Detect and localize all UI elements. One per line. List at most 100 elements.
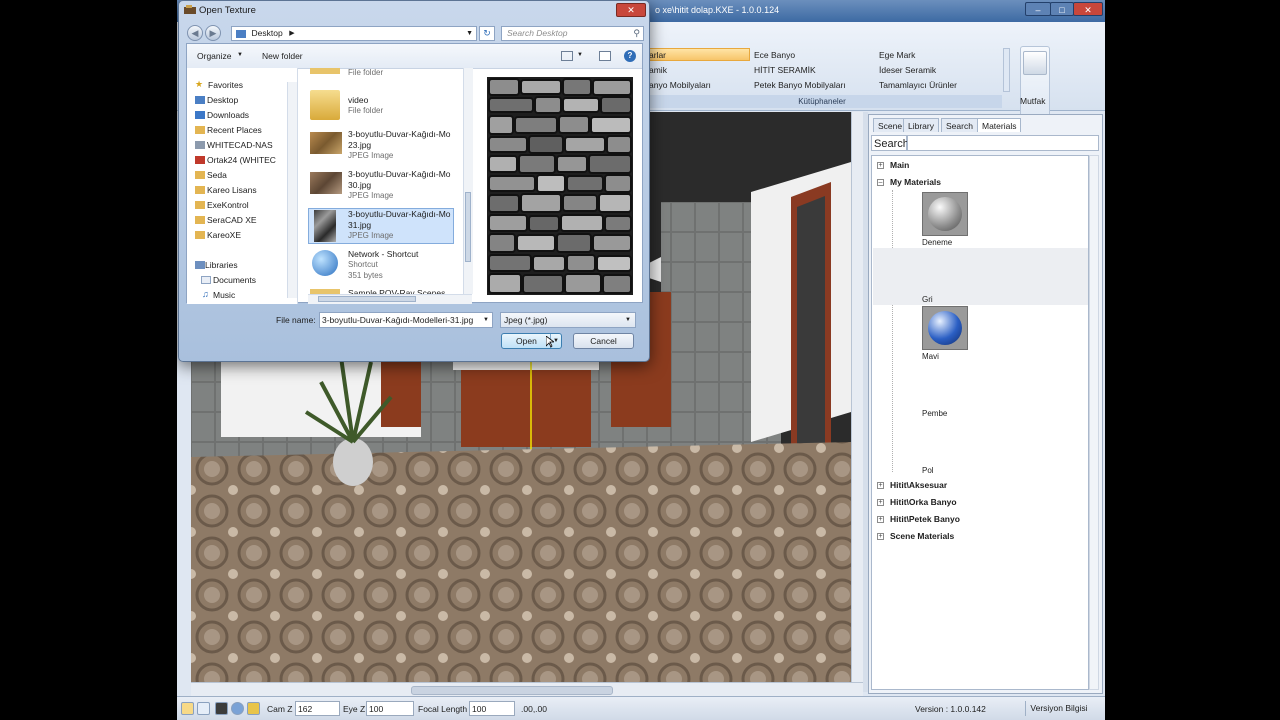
help-icon[interactable]: ? [624,50,636,62]
camera-icon[interactable] [215,702,228,715]
close-button[interactable]: ✕ [1073,2,1103,16]
collapse-icon[interactable]: – [877,179,884,186]
libraries-header[interactable]: Libraries [205,260,238,270]
library-item[interactable]: HİTİT SERAMİK [754,65,816,75]
library-item[interactable]: anyo Mobilyaları [649,80,711,90]
image-thumbnail [310,132,342,154]
tab-library[interactable]: Library [903,118,939,132]
tab-materials[interactable]: Materials [977,118,1022,132]
address-bar[interactable]: Desktop ▶ ▼ [231,26,477,41]
dialog-close-button[interactable]: ✕ [616,3,646,17]
network-drive-icon [195,141,205,149]
hscroll-thumb[interactable] [318,296,416,302]
file-list: File folder video File folder 3-boyutlu-… [308,68,463,304]
file-name[interactable]: video [348,95,368,105]
library-item[interactable]: Ece Banyo [754,50,795,60]
tree-node-main[interactable]: Main [890,160,909,170]
file-list-scrollbar[interactable] [463,68,473,294]
minimize-button[interactable]: – [1025,2,1051,16]
viewport-horizontal-scrollbar[interactable] [191,682,863,697]
file-list-hscrollbar[interactable] [308,294,472,304]
library-item[interactable]: amik [649,65,667,75]
search-desktop-input[interactable]: Search Desktop ⚲ [501,26,644,41]
nav-item-documents[interactable]: Documents [213,275,256,285]
expand-icon[interactable]: + [877,482,884,489]
render-icon[interactable] [231,702,244,715]
file-name[interactable]: 3-boyutlu-Duvar-Kağıdı-Mo [348,129,451,139]
minimize-icon: – [1035,5,1041,15]
eye-z-label: Eye Z [343,704,366,714]
filetype-select[interactable]: Jpeg (*.jpg) ▼ [500,312,636,328]
tab-scene[interactable]: Scene [873,118,908,132]
organize-button[interactable]: Organize [197,51,232,61]
preview-pane-icon[interactable] [599,51,611,61]
nav-item-seda[interactable]: Seda [207,170,227,180]
nav-item-downloads[interactable]: Downloads [207,110,249,120]
nav-item-whitecad-nas[interactable]: WHITECAD-NAS [207,140,273,150]
chevron-down-icon[interactable]: ▼ [577,52,583,58]
expand-icon[interactable]: + [877,516,884,523]
nav-item-desktop[interactable]: Desktop [207,95,238,105]
maximize-button[interactable]: □ [1050,2,1074,16]
cam-z-field[interactable]: 162 [295,701,340,716]
library-item[interactable]: arlar [649,50,666,60]
library-item[interactable]: Petek Banyo Mobilyaları [754,80,846,90]
tree-scrollbar[interactable] [1089,155,1099,690]
new-folder-button[interactable]: New folder [262,51,303,61]
recent-places-icon [195,126,205,134]
light-icon[interactable] [247,702,260,715]
library-item[interactable]: İdeser Seramik [879,65,936,75]
refresh-button[interactable]: ↻ [479,26,495,41]
back-button[interactable]: ◀ [187,25,203,41]
grid-icon[interactable] [181,702,194,715]
nav-item-music[interactable]: Music [213,290,235,300]
nav-item-ortak24[interactable]: Ortak24 (WHITEC [207,155,276,165]
focal-length-field[interactable]: 100 [469,701,515,716]
favorites-header[interactable]: Favorites [208,80,243,90]
nav-scrollbar[interactable] [287,82,297,298]
file-name[interactable]: 3-boyutlu-Duvar-Kağıdı-Mo [348,169,451,179]
nav-item-kareo-lisans[interactable]: Kareo Lisans [207,185,257,195]
scroll-thumb[interactable] [465,192,471,262]
tree-node-my-materials[interactable]: My Materials [890,177,941,187]
library-item[interactable]: Tamamlayıcı Ürünler [879,80,957,90]
tree-node-group[interactable]: Hitit\Orka Banyo [890,497,957,507]
library-scroll[interactable] [1003,48,1010,92]
expand-icon[interactable]: + [877,499,884,506]
tab-search[interactable]: Search [941,118,978,132]
snap-icon[interactable] [197,702,210,715]
library-group-label: Kütüphaneler [642,95,1002,108]
coordinates-readout: .00,.00 [521,704,547,714]
search-placeholder: Search Desktop [507,28,568,38]
tree-node-group[interactable]: Hitit\Petek Banyo [890,514,960,524]
chevron-down-icon[interactable]: ▼ [466,27,473,40]
horizontal-scroll-thumb[interactable] [411,686,613,695]
folder-icon [195,171,205,179]
cancel-button[interactable]: Cancel [573,333,634,349]
desktop-icon [236,30,246,38]
file-name[interactable]: 3-boyutlu-Duvar-Kağıdı-Mo [348,209,451,219]
documents-icon [201,276,211,284]
tree-node-group[interactable]: Hitit\Aksesuar [890,480,947,490]
eye-z-field[interactable]: 100 [366,701,414,716]
library-item[interactable]: Ege Mark [879,50,915,60]
expand-icon[interactable]: + [877,533,884,540]
material-thumb[interactable] [922,306,968,350]
material-label: Deneme [922,238,953,247]
file-name[interactable]: Network - Shortcut [348,249,418,259]
nav-item-recent-places[interactable]: Recent Places [207,125,262,135]
nav-item-kareoxe[interactable]: KareoXE [207,230,241,240]
chevron-down-icon[interactable]: ▼ [483,313,489,327]
nav-item-exekontrol[interactable]: ExeKontrol [207,200,249,210]
filename-input[interactable]: 3-boyutlu-Duvar-Kağıdı-Modelleri-31.jpg … [319,312,493,328]
file-type: File folder [348,68,384,77]
view-options-icon[interactable] [561,51,573,61]
material-thumb[interactable] [922,192,968,236]
nav-item-seracad-xe[interactable]: SeraCAD XE [207,215,257,225]
expand-icon[interactable]: + [877,162,884,169]
version-info-button[interactable]: Versiyon Bilgisi [1025,701,1092,716]
texture-preview [487,77,633,295]
forward-button[interactable]: ▶ [205,25,221,41]
tree-node-group[interactable]: Scene Materials [890,531,954,541]
search-input[interactable] [907,135,1099,151]
